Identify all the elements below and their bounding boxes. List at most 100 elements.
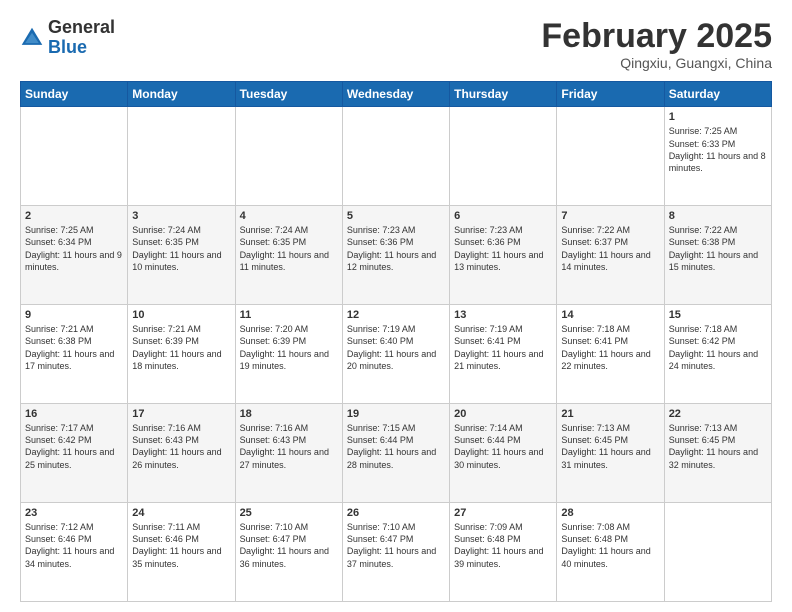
day-info: Sunrise: 7:18 AM Sunset: 6:41 PM Dayligh… bbox=[561, 323, 659, 372]
calendar-body: 1Sunrise: 7:25 AM Sunset: 6:33 PM Daylig… bbox=[21, 107, 772, 602]
day-number: 5 bbox=[347, 210, 445, 222]
day-number: 11 bbox=[240, 309, 338, 321]
day-number: 14 bbox=[561, 309, 659, 321]
day-cell: 18Sunrise: 7:16 AM Sunset: 6:43 PM Dayli… bbox=[235, 404, 342, 503]
day-cell: 6 Sunrise: 7:23 AM Sunset: 6:36 PM Daylig… bbox=[450, 206, 557, 305]
day-cell: 4Sunrise: 7:24 AM Sunset: 6:35 PM Daylig… bbox=[235, 206, 342, 305]
day-cell: 20Sunrise: 7:14 AM Sunset: 6:44 PM Dayli… bbox=[450, 404, 557, 503]
logo-icon bbox=[20, 26, 44, 50]
day-info: Sunrise: 7:23 AM Sunset: 6:36 PM Dayligh… bbox=[454, 224, 552, 273]
day-cell bbox=[664, 503, 771, 602]
logo-blue-text: Blue bbox=[48, 37, 87, 57]
weekday-header-wednesday: Wednesday bbox=[342, 82, 449, 107]
day-cell: 26 Sunrise: 7:10 AM Sunset: 6:47 PM Dayli… bbox=[342, 503, 449, 602]
day-info: Sunrise: 7:22 AM Sunset: 6:38 PM Dayligh… bbox=[669, 224, 767, 273]
day-info: Sunrise: 7:10 AM Sunset: 6:47 PM Dayligh… bbox=[347, 521, 445, 570]
weekday-header-saturday: Saturday bbox=[664, 82, 771, 107]
day-cell: 14 Sunrise: 7:18 AM Sunset: 6:41 PM Dayli… bbox=[557, 305, 664, 404]
day-info: Sunrise: 7:13 AM Sunset: 6:45 PM Dayligh… bbox=[561, 422, 659, 471]
day-cell: 17 Sunrise: 7:16 AM Sunset: 6:43 PM Dayli… bbox=[128, 404, 235, 503]
day-info: Sunrise: 7:12 AM Sunset: 6:46 PM Dayligh… bbox=[25, 521, 123, 570]
day-info: Sunrise: 7:19 AM Sunset: 6:41 PM Dayligh… bbox=[454, 323, 552, 372]
day-number: 6 bbox=[454, 210, 552, 222]
day-number: 23 bbox=[25, 507, 123, 519]
day-cell: 12 Sunrise: 7:19 AM Sunset: 6:40 PM Dayli… bbox=[342, 305, 449, 404]
logo-general: General bbox=[48, 17, 115, 37]
day-number: 21 bbox=[561, 408, 659, 420]
day-number: 27 bbox=[454, 507, 552, 519]
day-cell bbox=[342, 107, 449, 206]
day-info: Sunrise: 7:17 AM Sunset: 6:42 PM Dayligh… bbox=[25, 422, 123, 471]
day-number: 13 bbox=[454, 309, 552, 321]
day-cell: 13 Sunrise: 7:19 AM Sunset: 6:41 PM Dayli… bbox=[450, 305, 557, 404]
day-number: 8 bbox=[669, 210, 767, 222]
day-info: Sunrise: 7:13 AM Sunset: 6:45 PM Dayligh… bbox=[669, 422, 767, 471]
day-cell: 28Sunrise: 7:08 AM Sunset: 6:48 PM Dayli… bbox=[557, 503, 664, 602]
day-number: 7 bbox=[561, 210, 659, 222]
day-info: Sunrise: 7:16 AM Sunset: 6:43 PM Dayligh… bbox=[240, 422, 338, 471]
day-cell: 16 Sunrise: 7:17 AM Sunset: 6:42 PM Dayli… bbox=[21, 404, 128, 503]
calendar-page: General Blue February 2025 Qingxiu, Guan… bbox=[0, 0, 792, 612]
week-row-5: 23 Sunrise: 7:12 AM Sunset: 6:46 PM Dayli… bbox=[21, 503, 772, 602]
day-cell: 23 Sunrise: 7:12 AM Sunset: 6:46 PM Dayli… bbox=[21, 503, 128, 602]
day-cell: 11 Sunrise: 7:20 AM Sunset: 6:39 PM Dayli… bbox=[235, 305, 342, 404]
day-info: Sunrise: 7:22 AM Sunset: 6:37 PM Dayligh… bbox=[561, 224, 659, 273]
day-cell bbox=[21, 107, 128, 206]
day-info: Sunrise: 7:19 AM Sunset: 6:40 PM Dayligh… bbox=[347, 323, 445, 372]
calendar-table: SundayMondayTuesdayWednesdayThursdayFrid… bbox=[20, 81, 772, 602]
day-cell: 21 Sunrise: 7:13 AM Sunset: 6:45 PM Dayli… bbox=[557, 404, 664, 503]
day-cell: 7 Sunrise: 7:22 AM Sunset: 6:37 PM Daylig… bbox=[557, 206, 664, 305]
day-cell: 1Sunrise: 7:25 AM Sunset: 6:33 PM Daylig… bbox=[664, 107, 771, 206]
day-number: 20 bbox=[454, 408, 552, 420]
day-info: Sunrise: 7:16 AM Sunset: 6:43 PM Dayligh… bbox=[132, 422, 230, 471]
day-number: 16 bbox=[25, 408, 123, 420]
day-number: 19 bbox=[347, 408, 445, 420]
title-block: February 2025 Qingxiu, Guangxi, China bbox=[541, 18, 772, 71]
day-cell bbox=[235, 107, 342, 206]
day-cell: 5Sunrise: 7:23 AM Sunset: 6:36 PM Daylig… bbox=[342, 206, 449, 305]
day-info: Sunrise: 7:21 AM Sunset: 6:38 PM Dayligh… bbox=[25, 323, 123, 372]
day-cell: 24Sunrise: 7:11 AM Sunset: 6:46 PM Dayli… bbox=[128, 503, 235, 602]
day-number: 17 bbox=[132, 408, 230, 420]
day-number: 15 bbox=[669, 309, 767, 321]
day-number: 1 bbox=[669, 111, 767, 123]
day-info: Sunrise: 7:25 AM Sunset: 6:34 PM Dayligh… bbox=[25, 224, 123, 273]
day-number: 22 bbox=[669, 408, 767, 420]
day-info: Sunrise: 7:24 AM Sunset: 6:35 PM Dayligh… bbox=[240, 224, 338, 273]
weekday-row: SundayMondayTuesdayWednesdayThursdayFrid… bbox=[21, 82, 772, 107]
week-row-1: 1Sunrise: 7:25 AM Sunset: 6:33 PM Daylig… bbox=[21, 107, 772, 206]
day-info: Sunrise: 7:15 AM Sunset: 6:44 PM Dayligh… bbox=[347, 422, 445, 471]
day-number: 25 bbox=[240, 507, 338, 519]
weekday-header-friday: Friday bbox=[557, 82, 664, 107]
day-number: 12 bbox=[347, 309, 445, 321]
day-number: 9 bbox=[25, 309, 123, 321]
day-cell: 15 Sunrise: 7:18 AM Sunset: 6:42 PM Dayli… bbox=[664, 305, 771, 404]
day-number: 10 bbox=[132, 309, 230, 321]
calendar-header: SundayMondayTuesdayWednesdayThursdayFrid… bbox=[21, 82, 772, 107]
day-info: Sunrise: 7:21 AM Sunset: 6:39 PM Dayligh… bbox=[132, 323, 230, 372]
day-info: Sunrise: 7:20 AM Sunset: 6:39 PM Dayligh… bbox=[240, 323, 338, 372]
week-row-3: 9 Sunrise: 7:21 AM Sunset: 6:38 PM Daylig… bbox=[21, 305, 772, 404]
day-number: 3 bbox=[132, 210, 230, 222]
week-row-2: 2Sunrise: 7:25 AM Sunset: 6:34 PM Daylig… bbox=[21, 206, 772, 305]
day-cell: 19 Sunrise: 7:15 AM Sunset: 6:44 PM Dayli… bbox=[342, 404, 449, 503]
day-cell: 9 Sunrise: 7:21 AM Sunset: 6:38 PM Daylig… bbox=[21, 305, 128, 404]
weekday-header-thursday: Thursday bbox=[450, 82, 557, 107]
day-cell bbox=[557, 107, 664, 206]
day-info: Sunrise: 7:09 AM Sunset: 6:48 PM Dayligh… bbox=[454, 521, 552, 570]
day-number: 26 bbox=[347, 507, 445, 519]
day-info: Sunrise: 7:10 AM Sunset: 6:47 PM Dayligh… bbox=[240, 521, 338, 570]
day-cell: 8 Sunrise: 7:22 AM Sunset: 6:38 PM Daylig… bbox=[664, 206, 771, 305]
day-cell: 22 Sunrise: 7:13 AM Sunset: 6:45 PM Dayli… bbox=[664, 404, 771, 503]
day-info: Sunrise: 7:18 AM Sunset: 6:42 PM Dayligh… bbox=[669, 323, 767, 372]
day-number: 24 bbox=[132, 507, 230, 519]
weekday-header-tuesday: Tuesday bbox=[235, 82, 342, 107]
logo: General Blue bbox=[20, 18, 115, 58]
day-cell: 10 Sunrise: 7:21 AM Sunset: 6:39 PM Dayli… bbox=[128, 305, 235, 404]
day-cell: 2Sunrise: 7:25 AM Sunset: 6:34 PM Daylig… bbox=[21, 206, 128, 305]
day-cell bbox=[128, 107, 235, 206]
day-cell: 27 Sunrise: 7:09 AM Sunset: 6:48 PM Dayli… bbox=[450, 503, 557, 602]
day-number: 28 bbox=[561, 507, 659, 519]
location-subtitle: Qingxiu, Guangxi, China bbox=[541, 55, 772, 71]
weekday-header-sunday: Sunday bbox=[21, 82, 128, 107]
